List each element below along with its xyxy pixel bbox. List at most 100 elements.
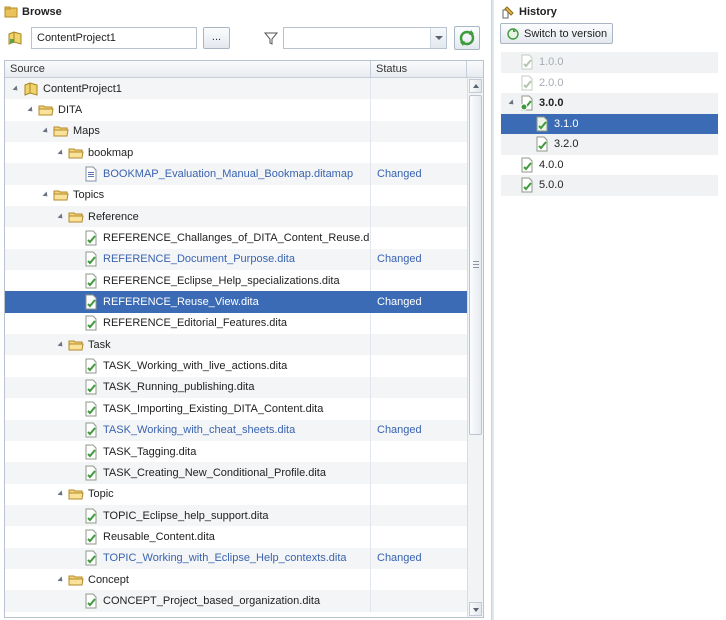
panel-divider[interactable]	[491, 0, 494, 620]
table-row[interactable]: Task	[5, 334, 467, 356]
table-row[interactable]: bookmap	[5, 142, 467, 164]
table-row[interactable]: REFERENCE_Eclipse_Help_specializations.d…	[5, 270, 467, 292]
row-label: TASK_Working_with_live_actions.dita	[103, 360, 288, 373]
source-cell: Reusable_Content.dita	[5, 526, 371, 548]
version-item[interactable]: 3.0.0	[501, 93, 718, 114]
folder-icon	[68, 148, 84, 159]
table-row[interactable]: Reusable_Content.dita	[5, 526, 467, 548]
row-label: Topics	[73, 189, 105, 202]
version-item[interactable]: 4.0.0	[501, 155, 718, 176]
table-row[interactable]: TOPIC_Working_with_Eclipse_Help_contexts…	[5, 547, 467, 569]
status-cell	[371, 462, 467, 483]
switch-to-version-label: Switch to version	[524, 27, 608, 40]
scroll-up-icon[interactable]	[469, 79, 482, 93]
row-label: REFERENCE_Editorial_Features.dita	[103, 317, 288, 330]
table-row[interactable]: TASK_Working_with_cheat_sheets.dita Chang…	[5, 419, 467, 441]
table-row[interactable]: Concept	[5, 568, 467, 591]
source-cell: ContentProject1	[5, 78, 371, 100]
version-label: 2.0.0	[539, 76, 564, 89]
version-item[interactable]: 2.0.0	[501, 73, 718, 94]
table-row[interactable]: TOPIC_Eclipse_help_support.dita	[5, 504, 467, 527]
row-label: DITA	[58, 104, 83, 117]
table-row[interactable]: Maps	[5, 120, 467, 143]
table-row[interactable]: TASK_Creating_New_Conditional_Profile.di…	[5, 462, 467, 484]
version-item[interactable]: 5.0.0	[501, 175, 718, 196]
table-row[interactable]: BOOKMAP_Evaluation_Manual_Bookmap.ditama…	[5, 163, 467, 185]
topic-file-icon	[85, 508, 97, 524]
source-cell: Concept	[5, 568, 371, 591]
topic-file-icon	[85, 379, 97, 395]
source-cell: TASK_Creating_New_Conditional_Profile.di…	[5, 462, 371, 484]
row-label: TASK_Running_publishing.dita	[103, 381, 255, 394]
table-row[interactable]: TASK_Importing_Existing_DITA_Content.dit…	[5, 398, 467, 420]
status-cell	[371, 270, 467, 291]
vertical-scrollbar[interactable]	[467, 78, 483, 617]
expand-toggle-icon[interactable]	[26, 105, 36, 115]
filter-icon	[263, 32, 279, 45]
status-cell	[371, 377, 467, 398]
table-row[interactable]: Reference	[5, 206, 467, 228]
column-header-status[interactable]: Status	[371, 61, 467, 77]
topic-file-icon	[85, 529, 97, 545]
table-row[interactable]: REFERENCE_Editorial_Features.dita	[5, 312, 467, 335]
expand-toggle-icon[interactable]	[56, 489, 66, 499]
table-row[interactable]: TASK_Running_publishing.dita	[5, 376, 467, 399]
table-row[interactable]: Topic	[5, 483, 467, 505]
version-item[interactable]: 1.0.0	[501, 52, 718, 73]
browse-panel: Browse ... Source Status ContentProject1…	[0, 0, 490, 620]
row-label: REFERENCE_Eclipse_Help_specializations.d…	[103, 274, 340, 287]
table-row[interactable]: DITA	[5, 99, 467, 121]
expand-toggle-icon[interactable]	[56, 575, 66, 585]
topic-file-icon	[85, 294, 97, 310]
expand-toggle-icon[interactable]	[41, 126, 51, 136]
version-icon	[521, 54, 533, 70]
expand-toggle-icon[interactable]	[56, 212, 66, 222]
table-row[interactable]: REFERENCE_Document_Purpose.dita Changed	[5, 248, 467, 271]
expand-toggle-icon[interactable]	[41, 190, 51, 200]
row-label: bookmap	[88, 146, 134, 159]
switch-to-version-button[interactable]: Switch to version	[500, 23, 613, 44]
table-row[interactable]: ContentProject1	[5, 78, 467, 100]
version-icon	[521, 75, 533, 91]
source-cell: Task	[5, 334, 371, 356]
version-icon	[536, 116, 548, 132]
status-cell	[371, 78, 467, 99]
folder-icon	[68, 575, 84, 586]
expand-toggle-icon[interactable]	[56, 340, 66, 350]
source-cell: BOOKMAP_Evaluation_Manual_Bookmap.ditama…	[5, 163, 371, 185]
chevron-down-icon[interactable]	[430, 28, 446, 48]
expand-toggle-icon[interactable]	[56, 148, 66, 158]
version-item[interactable]: 3.2.0	[501, 134, 718, 155]
scroll-down-icon[interactable]	[469, 602, 482, 616]
filter-select[interactable]	[283, 27, 447, 49]
row-label: Reusable_Content.dita	[103, 530, 215, 543]
table-row[interactable]: Topics	[5, 184, 467, 207]
status-cell	[371, 142, 467, 163]
version-item[interactable]: 3.1.0	[501, 113, 718, 134]
version-label: 3.0.0	[539, 97, 564, 110]
source-table: Source Status ContentProject1 DITA Maps boo…	[4, 60, 484, 618]
source-cell: TASK_Importing_Existing_DITA_Content.dit…	[5, 398, 371, 420]
expand-toggle-icon[interactable]	[507, 98, 517, 108]
project-field[interactable]	[31, 27, 197, 49]
browse-icon	[4, 6, 18, 18]
scroll-thumb[interactable]	[469, 95, 482, 435]
table-row[interactable]: TASK_Working_with_live_actions.dita	[5, 355, 467, 377]
project-icon	[8, 31, 22, 45]
column-header-source[interactable]: Source	[5, 61, 371, 77]
expand-toggle-icon[interactable]	[11, 84, 21, 94]
table-row[interactable]: REFERENCE_Challanges_of_DITA_Content_Reu…	[5, 227, 467, 249]
row-label: REFERENCE_Challanges_of_DITA_Content_Reu…	[103, 232, 371, 245]
table-row[interactable]: REFERENCE_Reuse_View.dita Changed	[5, 291, 467, 313]
status-cell	[371, 227, 467, 248]
history-icon	[502, 6, 514, 19]
refresh-button[interactable]	[454, 26, 480, 50]
table-row[interactable]: TASK_Tagging.dita	[5, 440, 467, 463]
row-label: REFERENCE_Reuse_View.dita	[103, 296, 259, 309]
topic-file-icon	[85, 593, 97, 609]
browse-button[interactable]: ...	[203, 27, 230, 49]
row-label: TASK_Tagging.dita	[103, 445, 197, 458]
table-row[interactable]: CONCEPT_Project_based_organization.dita	[5, 590, 467, 612]
version-icon	[521, 177, 533, 193]
source-cell: Topic	[5, 483, 371, 505]
